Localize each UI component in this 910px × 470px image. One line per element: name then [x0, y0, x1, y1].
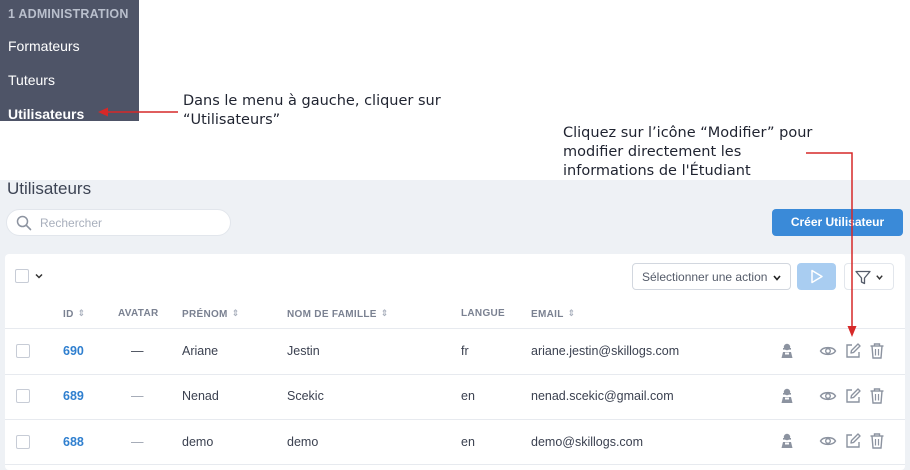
search-placeholder: Rechercher — [40, 216, 103, 230]
search-icon — [16, 215, 32, 231]
first-name: Nenad — [182, 389, 219, 403]
edit-icon[interactable] — [844, 432, 862, 450]
filter-button[interactable] — [844, 263, 894, 290]
last-name: demo — [287, 435, 319, 449]
first-name: Ariane — [182, 344, 219, 358]
language: en — [461, 389, 475, 403]
search-input[interactable]: Rechercher — [6, 209, 231, 236]
edit-icon[interactable] — [844, 342, 862, 360]
column-header-prenom[interactable]: PRÉNOM ⇕ — [182, 308, 240, 320]
menu-annotation-line2: “Utilisateurs” — [183, 112, 281, 128]
edit-annotation-line3: informations de l'Étudiant — [563, 163, 751, 179]
avatar: — — [131, 389, 144, 403]
language: fr — [461, 344, 469, 358]
impersonate-icon[interactable] — [778, 342, 796, 360]
view-icon[interactable] — [819, 432, 837, 450]
language: en — [461, 435, 475, 449]
email: nenad.scekic@gmail.com — [531, 389, 674, 403]
row-divider — [5, 419, 905, 420]
avatar: — — [131, 435, 144, 449]
last-name: Jestin — [287, 344, 320, 358]
menu-annotation-line1: Dans le menu à gauche, cliquer sur — [183, 93, 441, 109]
sidebar: 1 ADMINISTRATION Formateurs Tuteurs Util… — [0, 0, 139, 122]
column-header-id[interactable]: ID ⇕ — [63, 308, 85, 320]
sidebar-item-tuteurs[interactable]: Tuteurs — [8, 72, 55, 88]
row-checkbox[interactable] — [16, 435, 30, 449]
delete-icon[interactable] — [868, 432, 886, 450]
edit-annotation-line2: modifier directement les — [563, 144, 742, 160]
user-id-link[interactable]: 690 — [63, 344, 84, 358]
first-name: demo — [182, 435, 214, 449]
page-title: Utilisateurs — [7, 179, 92, 198]
action-select[interactable]: Sélectionner une action — [632, 263, 791, 290]
email: demo@skillogs.com — [531, 435, 644, 449]
select-all-checkbox[interactable] — [15, 269, 29, 283]
sidebar-item-utilisateurs[interactable]: Utilisateurs — [8, 106, 84, 122]
row-divider — [5, 464, 905, 465]
row-divider — [5, 374, 905, 375]
play-icon — [811, 269, 823, 284]
row-divider — [5, 328, 905, 329]
sort-icon: ⇕ — [231, 308, 240, 318]
view-icon[interactable] — [819, 387, 837, 405]
create-user-button[interactable]: Créer Utilisateur — [772, 209, 903, 236]
edit-icon[interactable] — [844, 387, 862, 405]
chevron-down-icon — [876, 275, 883, 280]
column-header-email[interactable]: EMAIL ⇕ — [531, 308, 575, 320]
avatar: — — [131, 344, 144, 358]
user-id-link[interactable]: 688 — [63, 435, 84, 449]
delete-icon[interactable] — [868, 387, 886, 405]
filter-icon — [855, 270, 871, 285]
sort-icon: ⇕ — [567, 308, 576, 318]
sidebar-section-title: 1 ADMINISTRATION — [8, 7, 129, 21]
sidebar-item-formateurs[interactable]: Formateurs — [8, 38, 80, 54]
row-checkbox[interactable] — [16, 344, 30, 358]
last-name: Scekic — [287, 389, 324, 403]
impersonate-icon[interactable] — [778, 432, 796, 450]
column-header-avatar: AVATAR — [118, 308, 159, 319]
email: ariane.jestin@skillogs.com — [531, 344, 680, 358]
action-select-value: Sélectionner une action — [642, 270, 768, 284]
column-header-langue: LANGUE — [461, 308, 506, 319]
chevron-down-icon[interactable] — [34, 271, 44, 281]
impersonate-icon[interactable] — [778, 387, 796, 405]
chevron-down-icon — [773, 275, 781, 281]
sort-icon: ⇕ — [380, 308, 389, 318]
column-header-nom[interactable]: NOM DE FAMILLE ⇕ — [287, 308, 389, 320]
edit-annotation: Cliquez sur l’icône “Modifier” pour modi… — [563, 124, 812, 181]
sort-icon: ⇕ — [77, 308, 86, 318]
row-checkbox[interactable] — [16, 389, 30, 403]
run-action-button[interactable] — [797, 263, 836, 290]
user-id-link[interactable]: 689 — [63, 389, 84, 403]
delete-icon[interactable] — [868, 342, 886, 360]
menu-annotation: Dans le menu à gauche, cliquer sur “Util… — [183, 92, 441, 130]
edit-annotation-line1: Cliquez sur l’icône “Modifier” pour — [563, 125, 813, 141]
view-icon[interactable] — [819, 342, 837, 360]
